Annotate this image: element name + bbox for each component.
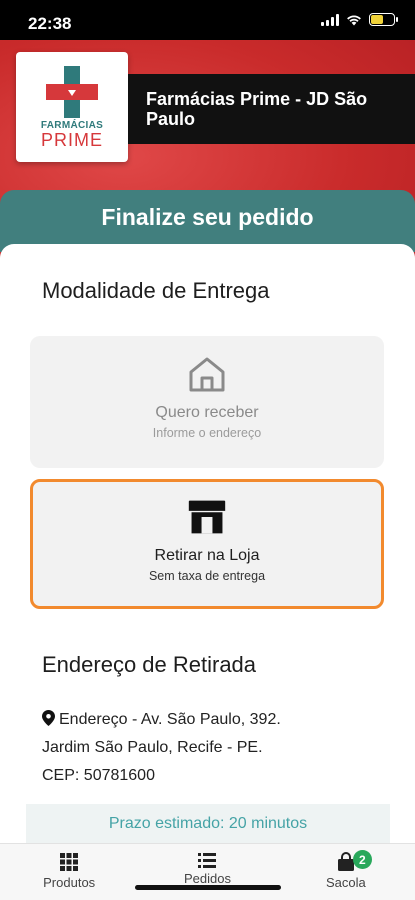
status-icons (321, 13, 398, 26)
eta-banner: Prazo estimado: 20 minutos (26, 804, 390, 844)
nav-label-sacola: Sacola (325, 875, 366, 890)
home-icon (189, 357, 225, 392)
pickup-option-title: Retirar na Loja (154, 547, 260, 564)
title-bar: Finalize seu pedido (0, 190, 415, 252)
delivery-option-home[interactable]: Quero receber Informe o endereço (30, 336, 384, 468)
store-icon (188, 500, 226, 534)
delivery-option-subtitle: Informe o endereço (152, 426, 262, 440)
pickup-address-text: Endereço - Av. São Paulo, 392. Jardim Sã… (42, 711, 281, 784)
nav-item-produtos[interactable]: Produtos (0, 844, 138, 900)
home-indicator (135, 885, 281, 890)
store-name-bar: Farmácias Prime - JD São Paulo (128, 74, 415, 144)
checkout-card: Modalidade de Entrega Quero receber Info… (0, 244, 415, 900)
bottom-nav: Produtos Pedidos 2 Sacola (0, 843, 415, 900)
nav-label-produtos: Produtos (43, 875, 96, 890)
eta-text: Prazo estimado: 20 minutos (108, 815, 308, 832)
grid-icon (60, 853, 79, 871)
wifi-icon (347, 14, 361, 25)
pharmacy-cross-icon (46, 66, 98, 118)
store-logo: FARMÁCIAS PRIME (16, 52, 128, 162)
cart-count-badge: 2 (352, 850, 372, 869)
delivery-option-pickup[interactable]: Retirar na Loja Sem taxa de entrega (30, 479, 384, 609)
page-title: Finalize seu pedido (101, 203, 314, 230)
pickup-address: Endereço - Av. São Paulo, 392. Jardim Sã… (42, 706, 302, 790)
pickup-option-subtitle: Sem taxa de entrega (148, 569, 266, 583)
store-name: Farmácias Prime - JD São Paulo (146, 89, 368, 129)
signal-icon (321, 13, 339, 26)
status-bar: 22:38 (0, 0, 415, 40)
bag-icon-wrapper: 2 (336, 850, 372, 872)
nav-item-pedidos[interactable]: Pedidos (138, 844, 276, 900)
list-icon (198, 853, 217, 868)
battery-icon (369, 13, 398, 26)
status-time: 22:38 (28, 14, 72, 33)
delivery-option-title: Quero receber (155, 404, 259, 421)
delivery-section-title: Modalidade de Entrega (42, 278, 270, 303)
pickup-section-title: Endereço de Retirada (42, 652, 257, 677)
nav-label-pedidos: Pedidos (184, 871, 231, 886)
location-pin-icon (42, 710, 55, 726)
nav-item-sacola[interactable]: 2 Sacola (277, 844, 415, 900)
logo-text-bottom: PRIME (40, 130, 103, 150)
